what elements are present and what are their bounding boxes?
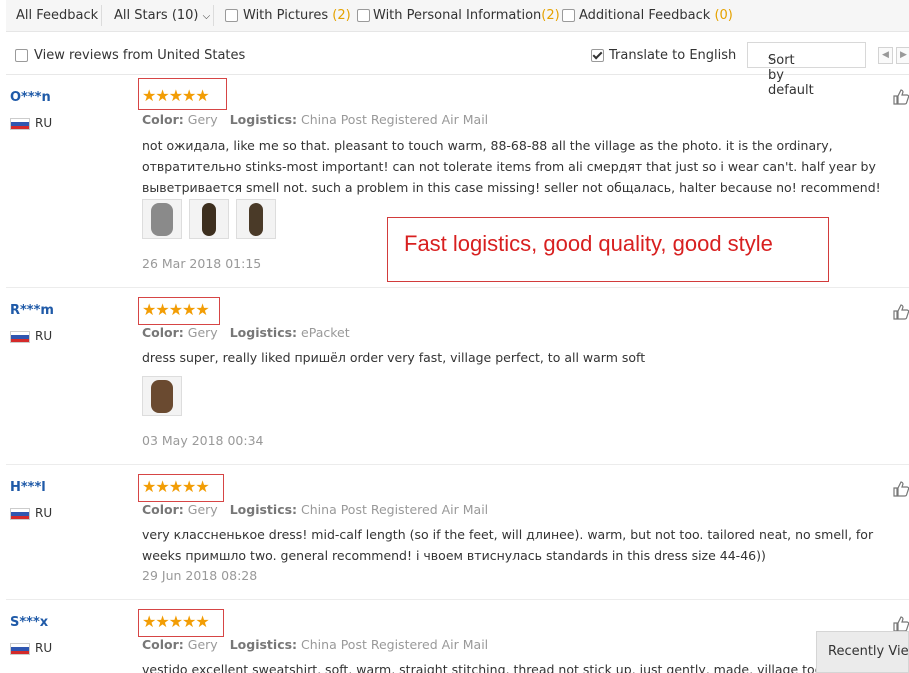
review-photo[interactable]	[189, 199, 229, 239]
recently-viewed-button[interactable]: Recently Viewed	[816, 631, 909, 673]
view-us-label[interactable]: View reviews from United States	[34, 48, 245, 63]
reviewer-country: RU	[35, 506, 53, 520]
personal-info-label[interactable]: With Personal Information(2)	[373, 8, 560, 23]
rating-stars: ★★★★★	[142, 612, 210, 631]
reviewer-name: O***n	[10, 90, 51, 105]
rating-stars: ★★★★★	[142, 86, 210, 105]
review-meta: Color: Gery Logistics: ePacket	[142, 325, 350, 340]
thumbs-up-icon[interactable]	[893, 304, 909, 320]
translate-checkbox[interactable]	[591, 49, 604, 62]
review-photo[interactable]	[142, 199, 182, 239]
additional-feedback-label[interactable]: Additional Feedback (0)	[579, 8, 733, 23]
review-meta: Color: Gery Logistics: China Post Registe…	[142, 637, 489, 652]
view-us-checkbox[interactable]	[15, 49, 28, 62]
review-text: not ожидала, like me so that. pleasant t…	[142, 138, 881, 195]
reviewer-country: RU	[35, 329, 53, 343]
divider	[101, 5, 102, 26]
additional-feedback-checkbox[interactable]	[562, 9, 575, 22]
reviewer-country: RU	[35, 641, 53, 655]
chevron-down-icon: ⌵	[768, 53, 776, 64]
review-text: dress super, really liked пришёл order v…	[142, 350, 646, 365]
thumbs-up-icon[interactable]	[893, 481, 909, 497]
rating-stars: ★★★★★	[142, 300, 210, 319]
filter-bar: All Feedback All Stars (10) ⌵ With Pictu…	[6, 0, 909, 32]
review-date: 29 Jun 2018 08:28	[142, 568, 258, 583]
russia-flag-icon	[10, 508, 30, 520]
annotation-callout: Fast logistics, good quality, good style	[387, 217, 829, 282]
review-meta: Color: Gery Logistics: China Post Registe…	[142, 112, 489, 127]
review-meta: Color: Gery Logistics: China Post Registe…	[142, 502, 489, 517]
all-stars-label: All Stars (10)	[114, 8, 199, 23]
personal-info-checkbox[interactable]	[357, 9, 370, 22]
reviewer-name: H***l	[10, 480, 46, 495]
prev-page-icon[interactable]: ◀	[878, 47, 893, 64]
review-photo[interactable]	[236, 199, 276, 239]
review-date: 03 May 2018 00:34	[142, 433, 264, 448]
all-feedback-tab[interactable]: All Feedback	[16, 8, 98, 23]
with-pictures-label[interactable]: With Pictures (2)	[243, 8, 351, 23]
reviewer-name: S***x	[10, 615, 49, 630]
reviewer-country: RU	[35, 116, 53, 130]
all-stars-dropdown[interactable]: All Stars (10) ⌵	[114, 8, 210, 23]
reviewer-name: R***m	[10, 303, 54, 318]
sort-dropdown[interactable]: Sort by default ⌵	[747, 42, 866, 98]
thumbs-up-icon[interactable]	[893, 89, 909, 105]
russia-flag-icon	[10, 331, 30, 343]
rating-stars: ★★★★★	[142, 477, 210, 496]
divider	[213, 5, 214, 26]
review-date: 26 Mar 2018 01:15	[142, 256, 262, 271]
review-text: very классненькое dress! mid-calf length…	[142, 527, 874, 563]
thumbs-up-icon[interactable]	[893, 616, 909, 632]
review-text: vestido excellent sweatshirt, soft, warm…	[142, 662, 860, 673]
next-page-icon[interactable]: ▶	[896, 47, 909, 64]
russia-flag-icon	[10, 643, 30, 655]
with-pictures-checkbox[interactable]	[225, 9, 238, 22]
review-photo[interactable]	[142, 376, 182, 416]
translate-label[interactable]: Translate to English	[609, 48, 736, 63]
russia-flag-icon	[10, 118, 30, 130]
chevron-down-icon: ⌵	[202, 11, 211, 22]
